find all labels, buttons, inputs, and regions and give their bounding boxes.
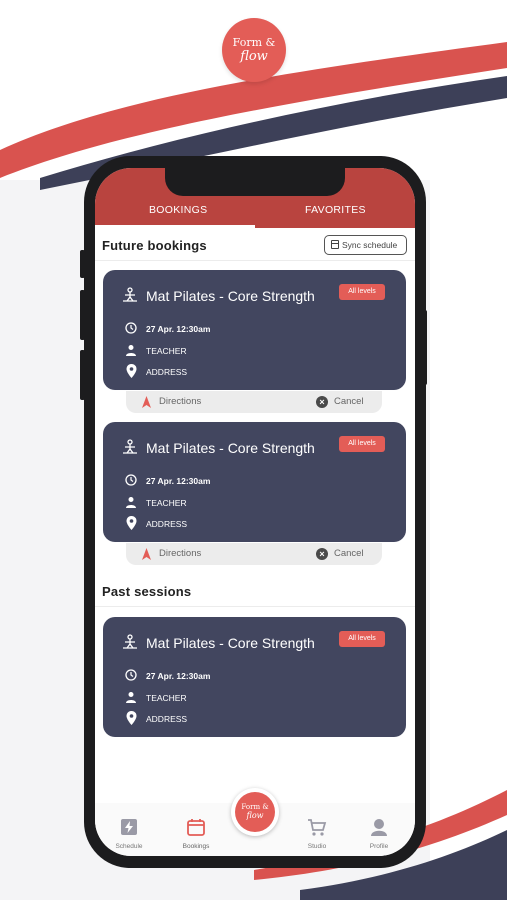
class-teacher: TEACHER [146,693,187,703]
navigation-arrow-icon [142,396,151,408]
divider [95,606,415,607]
class-teacher: TEACHER [146,346,187,356]
class-title: Mat Pilates - Core Strength [146,635,315,651]
phone-screen: BOOKINGS FAVORITES Future bookings Sync … [95,168,415,856]
cancel-button[interactable]: Cancel [334,548,364,559]
past-sessions-title: Past sessions [102,584,192,599]
booking-card[interactable]: Mat Pilates - Core Strength All levels 2… [103,270,406,390]
person-icon [126,345,136,356]
class-address: ADDRESS [146,367,188,377]
phone-volume-button [80,350,85,400]
nav-bookings-label: Bookings [182,843,210,850]
level-badge: All levels [339,284,385,300]
pilates-icon [123,439,137,454]
directions-button[interactable]: Directions [159,396,201,407]
nav-profile-label: Profile [369,843,389,850]
calendar-icon [187,819,205,836]
location-pin-icon [126,711,137,725]
cancel-icon: × [316,396,328,408]
nav-studio-label: Studio [307,843,327,850]
directions-button[interactable]: Directions [159,548,201,559]
phone-volume-button [80,250,85,278]
class-title: Mat Pilates - Core Strength [146,288,315,304]
cancel-button[interactable]: Cancel [334,396,364,407]
pilates-icon [123,287,137,302]
booking-actions: Directions × Cancel [126,543,382,565]
clock-icon [125,474,137,486]
cart-icon [308,819,327,836]
active-tab-indicator [95,225,255,228]
phone-power-button [422,310,427,385]
class-address: ADDRESS [146,714,188,724]
location-pin-icon [126,364,137,378]
level-badge: All levels [339,436,385,452]
location-pin-icon [126,516,137,530]
nav-logo-line1: Form & [241,803,269,811]
tab-favorites[interactable]: FAVORITES [305,204,366,216]
class-datetime: 27 Apr. 12:30am [146,671,211,681]
person-icon [126,692,136,703]
pilates-icon [123,634,137,649]
clock-icon [125,669,137,681]
past-session-card[interactable]: Mat Pilates - Core Strength All levels 2… [103,617,406,737]
brand-logo-line1: Form & [232,36,276,49]
future-bookings-title: Future bookings [102,238,207,253]
level-badge: All levels [339,631,385,647]
brand-logo-line2: flow [240,49,268,64]
nav-logo-line2: flow [246,811,264,820]
tab-bookings[interactable]: BOOKINGS [149,204,207,216]
navigation-arrow-icon [142,548,151,560]
booking-card[interactable]: Mat Pilates - Core Strength All levels 2… [103,422,406,542]
bolt-icon [121,819,137,835]
divider [95,260,415,261]
user-icon [371,819,387,836]
sync-schedule-label: Sync schedule [342,240,398,250]
nav-home-logo-button[interactable]: Form & flow [231,788,279,836]
calendar-icon [331,240,339,249]
cancel-icon: × [316,548,328,560]
sync-schedule-button[interactable]: Sync schedule [324,235,407,255]
phone-notch [165,168,345,196]
class-datetime: 27 Apr. 12:30am [146,324,211,334]
brand-logo: Form & flow [222,18,286,82]
nav-schedule-label: Schedule [115,843,143,850]
class-teacher: TEACHER [146,498,187,508]
phone-volume-button [80,290,85,340]
logo-icon: Form & flow [235,792,275,832]
class-address: ADDRESS [146,519,188,529]
booking-actions: Directions × Cancel [126,391,382,413]
clock-icon [125,322,137,334]
class-title: Mat Pilates - Core Strength [146,440,315,456]
class-datetime: 27 Apr. 12:30am [146,476,211,486]
person-icon [126,497,136,508]
